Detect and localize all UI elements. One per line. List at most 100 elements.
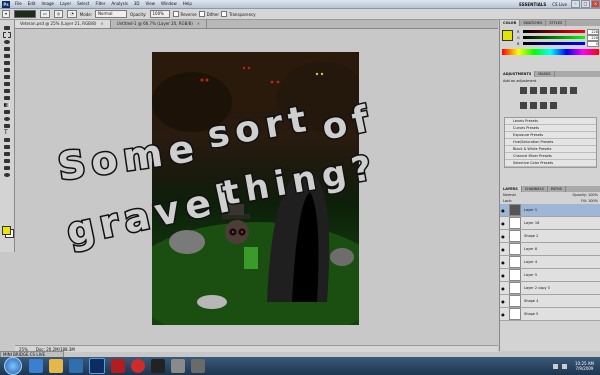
photo-filter-icon[interactable]: [540, 101, 547, 109]
close-icon[interactable]: ×: [197, 21, 200, 26]
brush-tool-icon[interactable]: [1, 73, 13, 80]
workspace-switcher[interactable]: ESSENTIALS: [516, 2, 549, 7]
acrobat-icon[interactable]: [111, 359, 125, 373]
levels-icon[interactable]: [530, 87, 537, 94]
internet-explorer-icon[interactable]: [29, 359, 43, 373]
tab-masks[interactable]: MASKS: [535, 71, 555, 77]
blend-mode-select[interactable]: Normal: [503, 193, 516, 197]
menu-layer[interactable]: Layer: [57, 0, 74, 8]
type-tool-icon[interactable]: T: [1, 129, 13, 136]
channel-mixer-icon[interactable]: [550, 101, 557, 109]
preset-curves[interactable]: Curves Presets: [505, 125, 596, 132]
preset-levels[interactable]: Levels Presets: [505, 118, 596, 125]
reverse-checkbox[interactable]: [172, 11, 179, 17]
clock[interactable]: 10:25 AM 7/9/2009: [569, 361, 600, 371]
move-tool-icon[interactable]: [1, 24, 13, 31]
menu-image[interactable]: Image: [38, 0, 57, 8]
eye-icon[interactable]: ●: [500, 312, 506, 317]
mode-select[interactable]: Normal: [95, 10, 128, 18]
media-player-icon[interactable]: [69, 359, 83, 373]
hand-tool-icon[interactable]: [1, 164, 13, 171]
tab-paths[interactable]: PATHS: [548, 186, 566, 192]
eye-icon[interactable]: ●: [500, 286, 506, 291]
color-balance-icon[interactable]: [520, 101, 527, 109]
layer-row[interactable]: ● Layer 2 copy 3: [500, 282, 600, 295]
layer-row[interactable]: ● Shape 5: [500, 308, 600, 321]
maximize-button[interactable]: □: [581, 0, 590, 8]
lasso-tool-icon[interactable]: [1, 38, 13, 45]
menu-analysis[interactable]: Analysis: [108, 0, 130, 8]
gradient-angle-icon[interactable]: ◔: [67, 10, 77, 18]
layer-row[interactable]: ● Shape 4: [500, 295, 600, 308]
quick-select-tool-icon[interactable]: [1, 45, 13, 52]
tab-color[interactable]: COLOR: [500, 20, 521, 26]
layer-row[interactable]: ● Layer 1: [500, 204, 600, 217]
vibrance-icon[interactable]: [560, 87, 567, 94]
folder-icon[interactable]: [49, 359, 63, 373]
tab-veteran[interactable]: Veteran.psd @ 25% (Layer 21, RGB/8) ×: [14, 20, 111, 28]
eyedropper-tool-icon[interactable]: [1, 59, 13, 66]
gradient-radial-icon[interactable]: ◎: [53, 10, 64, 18]
paint-icon[interactable]: [131, 359, 145, 373]
preset-exposure[interactable]: Exposure Presets: [505, 132, 596, 139]
zoom-tool-icon[interactable]: [1, 171, 13, 178]
eye-icon[interactable]: ●: [500, 260, 506, 265]
volume-icon[interactable]: [562, 363, 567, 369]
app-icon[interactable]: [171, 359, 185, 373]
menu-select[interactable]: Select: [74, 0, 92, 8]
tab-adjustments[interactable]: ADJUSTMENTS: [500, 71, 536, 77]
3d-rotate-tool-icon[interactable]: [1, 150, 13, 157]
document-canvas[interactable]: [152, 52, 359, 325]
tab-layers[interactable]: LAYERS: [500, 186, 522, 192]
menu-help[interactable]: Help: [180, 0, 195, 8]
winamp-icon[interactable]: [151, 359, 165, 373]
minimize-button[interactable]: –: [571, 0, 580, 8]
hue-saturation-icon[interactable]: [570, 87, 577, 94]
tab-swatches[interactable]: SWATCHES: [520, 20, 547, 26]
close-icon[interactable]: ×: [100, 21, 103, 26]
foreground-color-swatch[interactable]: [2, 226, 11, 235]
menu-edit[interactable]: Edit: [25, 0, 39, 8]
crop-tool-icon[interactable]: [1, 52, 13, 59]
blur-tool-icon[interactable]: [1, 108, 13, 115]
dither-checkbox[interactable]: [198, 11, 205, 17]
layer-row[interactable]: ● Layer 8: [500, 243, 600, 256]
eye-icon[interactable]: ●: [500, 299, 506, 304]
eye-icon[interactable]: ●: [500, 234, 506, 239]
network-icon[interactable]: [553, 363, 558, 369]
history-brush-tool-icon[interactable]: [1, 87, 13, 94]
menu-file[interactable]: File: [12, 0, 25, 8]
app-icon[interactable]: [191, 359, 205, 373]
pen-tool-icon[interactable]: [1, 122, 13, 129]
layer-row[interactable]: ● Layer 5: [500, 269, 600, 282]
opacity-input[interactable]: 100%: [149, 10, 170, 18]
gradient-picker[interactable]: [14, 10, 37, 18]
menu-filter[interactable]: Filter: [92, 0, 108, 8]
preset-selective-color[interactable]: Selective Color Presets: [505, 160, 596, 167]
layer-row[interactable]: ● Layer 16: [500, 217, 600, 230]
green-slider[interactable]: G 228: [517, 34, 599, 41]
marquee-tool-icon[interactable]: [1, 31, 13, 38]
photoshop-icon[interactable]: [89, 358, 105, 374]
current-color-swatch[interactable]: [502, 30, 513, 41]
eye-icon[interactable]: ●: [500, 247, 506, 252]
tab-styles[interactable]: STYLES: [546, 20, 567, 26]
red-slider[interactable]: R 228: [517, 28, 599, 35]
gradient-tool-icon[interactable]: [1, 101, 13, 108]
gradient-linear-icon[interactable]: ▭: [40, 10, 50, 18]
black-white-icon[interactable]: [530, 101, 537, 109]
cs-live-button[interactable]: CS Live: [549, 2, 570, 7]
path-select-tool-icon[interactable]: [1, 136, 13, 143]
layer-row[interactable]: ● Shape 2: [500, 230, 600, 243]
preset-channel-mixer[interactable]: Channel Mixer Presets: [505, 153, 596, 160]
dodge-tool-icon[interactable]: [1, 115, 13, 122]
menu-3d[interactable]: 3D: [131, 0, 143, 8]
shape-tool-icon[interactable]: [1, 143, 13, 150]
exposure-icon[interactable]: [550, 87, 557, 94]
close-button[interactable]: ×: [591, 0, 600, 8]
menu-view[interactable]: View: [143, 0, 159, 8]
blue-slider[interactable]: B0: [517, 40, 599, 47]
preset-black-white[interactable]: Black & White Presets: [505, 146, 596, 153]
color-spectrum-bar[interactable]: [502, 49, 599, 55]
gradient-tool-preset[interactable]: ▾: [2, 10, 11, 18]
